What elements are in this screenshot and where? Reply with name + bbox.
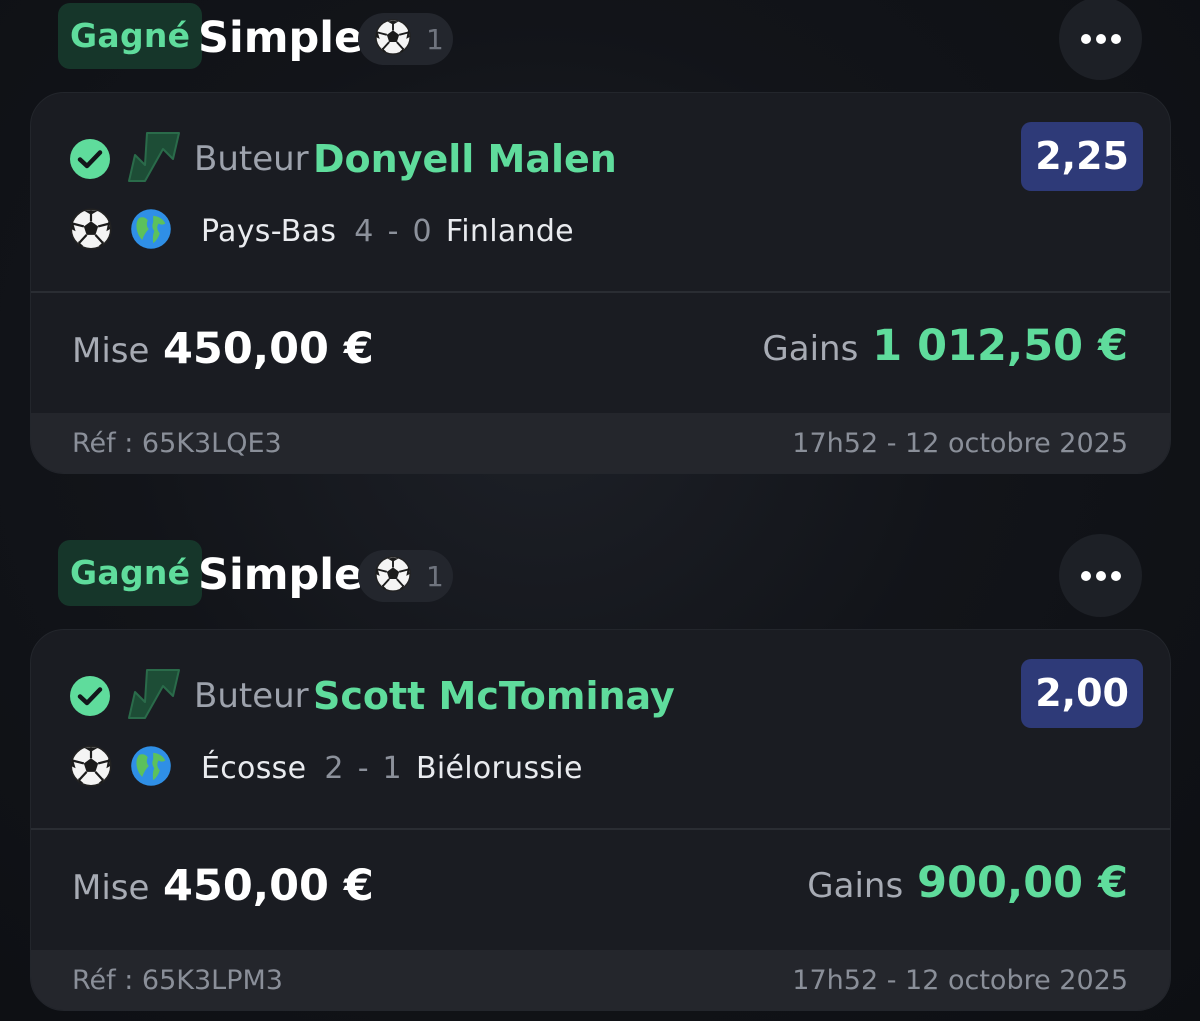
boost-arrow-icon — [127, 129, 181, 189]
bet-datetime: 17h52 - 12 octobre 2025 — [792, 965, 1128, 996]
more-horizontal-icon — [1080, 33, 1121, 44]
selection-row: Buteur Donyell Malen 2,25 Pays-Bas 4 - 0… — [31, 93, 1170, 293]
bet-type-label: Simple — [198, 550, 364, 600]
bet-reference: Réf : 65K3LPM3 — [72, 965, 283, 996]
gains-group: Gains 1 012,50 € — [762, 321, 1128, 371]
bet-card[interactable]: Buteur Scott McTominay 2,00 Écosse 2 - 1… — [30, 629, 1171, 1011]
divider — [31, 291, 1170, 293]
bet-header: Gagné Simple 1 — [0, 0, 1200, 80]
stake-label: Mise — [72, 868, 150, 908]
odds-badge: 2,00 — [1021, 659, 1143, 728]
score-separator: - — [357, 750, 369, 786]
soccer-ball-icon — [69, 744, 113, 792]
more-options-button[interactable] — [1059, 534, 1142, 617]
soccer-ball-icon — [374, 18, 412, 60]
selection-count: 1 — [426, 22, 444, 56]
gains-value: 900,00 € — [917, 858, 1128, 908]
divider — [31, 828, 1170, 830]
stake-label: Mise — [72, 331, 150, 371]
match-row: Écosse 2 - 1 Biélorussie — [69, 745, 583, 791]
bet-entry: Gagné Simple 1 — [0, 0, 1200, 474]
gains-label: Gains — [807, 866, 904, 906]
market-label: Buteur — [194, 676, 309, 716]
bet-reference: Réf : 65K3LQE3 — [72, 428, 282, 459]
match-row: Pays-Bas 4 - 0 Finlande — [69, 208, 574, 254]
bet-footer: Réf : 65K3LPM3 17h52 - 12 octobre 2025 — [31, 950, 1170, 1010]
selection-row: Buteur Scott McTominay 2,00 Écosse 2 - 1… — [31, 630, 1170, 830]
away-team: Finlande — [445, 213, 574, 249]
home-score: 4 — [354, 213, 374, 249]
bet-entry: Gagné Simple 1 — [0, 534, 1200, 1011]
away-team: Biélorussie — [415, 750, 583, 786]
status-badge: Gagné — [58, 3, 203, 69]
selection-count: 1 — [426, 559, 444, 593]
away-score: 0 — [412, 213, 432, 249]
sport-count-pill: 1 — [358, 13, 453, 65]
bet-header: Gagné Simple 1 — [0, 534, 1200, 617]
market-label: Buteur — [194, 139, 309, 179]
more-horizontal-icon — [1080, 570, 1121, 581]
soccer-ball-icon — [69, 207, 113, 255]
bet-footer: Réf : 65K3LQE3 17h52 - 12 octobre 2025 — [31, 413, 1170, 473]
score-separator: - — [387, 213, 399, 249]
stake-value: 450,00 € — [163, 324, 374, 374]
stake-value: 450,00 € — [163, 861, 374, 911]
gains-value: 1 012,50 € — [872, 321, 1128, 371]
gains-group: Gains 900,00 € — [807, 858, 1128, 908]
soccer-ball-icon — [374, 555, 412, 597]
home-team: Écosse — [201, 750, 307, 786]
boost-arrow-icon — [127, 666, 181, 726]
bet-datetime: 17h52 - 12 octobre 2025 — [792, 428, 1128, 459]
gains-label: Gains — [762, 329, 859, 369]
more-options-button[interactable] — [1059, 0, 1142, 80]
bet-history-page: Gagné Simple 1 Buteur Donyell Malen 2,25… — [0, 0, 1200, 1021]
home-team: Pays-Bas — [201, 213, 337, 249]
globe-icon — [113, 744, 173, 792]
bet-type-label: Simple — [198, 13, 364, 63]
check-circle-icon — [69, 675, 111, 721]
away-score: 1 — [382, 750, 402, 786]
sport-count-pill: 1 — [358, 550, 453, 602]
odds-badge: 2,25 — [1021, 122, 1143, 191]
player-name: Scott McTominay — [313, 674, 675, 718]
player-name: Donyell Malen — [313, 137, 617, 181]
globe-icon — [113, 207, 173, 255]
check-circle-icon — [69, 138, 111, 184]
bet-card[interactable]: Buteur Donyell Malen 2,25 Pays-Bas 4 - 0… — [30, 92, 1171, 474]
home-score: 2 — [324, 750, 344, 786]
status-badge: Gagné — [58, 540, 203, 606]
